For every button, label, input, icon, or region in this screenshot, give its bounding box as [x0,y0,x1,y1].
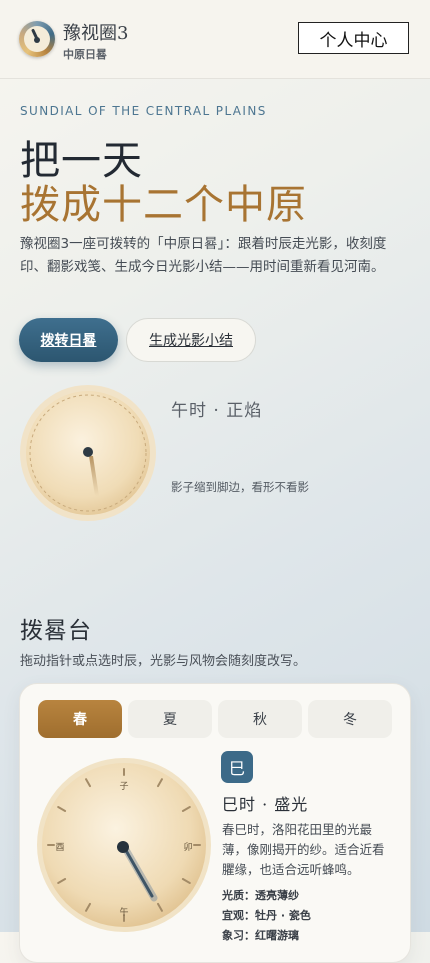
app-subtitle: 中原日晷 [63,48,107,61]
dial-section-title: 拨晷台 [20,618,92,644]
hour-detail-description: 春巳时，洛阳花田里的光最薄，像刚揭开的纱。适合近看臞缘，也适合远听蜂鸣。 [222,822,385,877]
dial-mark-left: 酉 [55,842,64,853]
season-tab-autumn[interactable]: 秋 [218,700,302,738]
sundial-logo-icon[interactable] [19,21,55,57]
dial-mark-top: 子 [119,781,128,792]
hero-intro: 豫视圈3一座可拨转的「中原日晷」：跟着时辰走光影，收刻度印、翻影戏笺、生成今日光… [20,236,387,275]
attr-custom: 象习：红曙游璃 [222,929,299,942]
shadow-caption: 影子缩到脚边，看形不看影 [171,480,309,494]
app-name: 豫视圈3 [63,23,129,44]
hero-title-line2: 拨成十二个中原 [20,182,307,228]
dial-section-subtitle: 拖动指针或点选时辰，光影与风物会随刻度改写。 [20,654,307,669]
generate-summary-button[interactable]: 生成光影小结 [126,318,256,362]
attr-light-quality: 光质：透亮薄纱 [222,889,299,902]
current-hour-label: 午时 · 正焰 [171,401,263,421]
main-dial-center [117,841,129,853]
season-tab-winter[interactable]: 冬 [308,700,392,738]
hero-eyebrow: SUNDIAL OF THE CENTRAL PLAINS [20,104,267,118]
mini-dial-gnomon [83,447,93,457]
season-tab-spring[interactable]: 春 [38,700,122,738]
mini-sundial[interactable] [19,384,157,522]
attr-recommended: 宜观：牡丹 · 瓷色 [222,909,311,922]
main-sundial[interactable]: 子 卯 午 酉 [37,758,211,932]
dial-mark-right: 卯 [183,842,192,853]
hour-glyph-badge: 巳 [221,751,253,783]
hour-detail-title: 巳时 · 盛光 [222,795,309,814]
dial-mark-bottom: 午 [119,906,128,918]
season-tab-summer[interactable]: 夏 [128,700,212,738]
profile-button[interactable]: 个人中心 [298,22,409,54]
app-header: 豫视圈3 中原日晷 个人中心 [0,0,430,79]
rotate-sundial-button[interactable]: 拨转日晷 [19,318,118,362]
